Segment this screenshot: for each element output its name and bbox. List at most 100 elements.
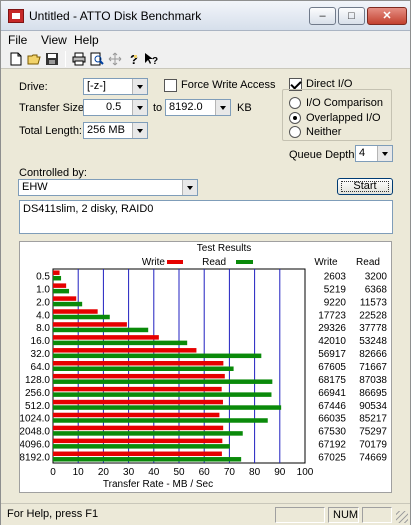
read-bar	[53, 353, 262, 359]
force-write-label: Force Write Access	[181, 79, 276, 91]
overlapped-io-label: Overlapped I/O	[306, 112, 381, 124]
drive-value: [-z-]	[87, 80, 106, 92]
print-icon[interactable]	[70, 50, 88, 68]
write-value-label: 42010	[318, 336, 346, 347]
resize-grip[interactable]	[396, 511, 408, 523]
read-bar	[53, 275, 62, 281]
write-bar	[53, 348, 197, 353]
legend-read-label: Read	[202, 257, 226, 268]
legend-write-swatch	[167, 260, 183, 264]
move-icon[interactable]	[106, 50, 124, 68]
read-bar	[53, 379, 273, 384]
maximize-button[interactable]: □	[338, 7, 365, 25]
read-bar	[53, 340, 188, 346]
queue-depth-select[interactable]: 4	[355, 145, 393, 162]
toolbar: ? ?	[1, 49, 410, 69]
read-value-label: 75297	[359, 427, 387, 438]
read-bar	[53, 301, 83, 307]
controlled-by-label: Controlled by:	[19, 167, 87, 179]
write-bar	[53, 412, 220, 418]
new-file-icon[interactable]	[7, 50, 25, 68]
legend-read-swatch	[236, 260, 253, 264]
description-textarea[interactable]: DS411slim, 2 disky, RAID0	[19, 200, 393, 234]
write-bar	[53, 335, 159, 340]
read-bar	[53, 444, 230, 449]
x-tick-label: 40	[148, 467, 160, 478]
read-value-label: 74669	[359, 453, 387, 464]
read-value-label: 82666	[359, 349, 387, 360]
read-bar	[53, 431, 243, 436]
chevron-down-icon[interactable]	[132, 100, 147, 115]
controlled-by-select[interactable]: EHW	[18, 179, 198, 196]
io-comparison-radio[interactable]	[289, 97, 301, 109]
controlled-by-value: EHW	[22, 181, 48, 193]
transfer-to-value: 8192.0	[169, 101, 203, 113]
force-write-checkbox[interactable]	[164, 79, 177, 92]
x-tick-label: 100	[297, 467, 314, 478]
read-bar	[53, 418, 268, 423]
x-axis-title: Transfer Rate - MB / Sec	[103, 479, 213, 490]
queue-depth-label: Queue Depth:	[289, 149, 358, 161]
y-category-label: 512.0	[25, 401, 50, 412]
read-bar	[53, 366, 234, 371]
y-category-label: 8.0	[36, 323, 50, 334]
neither-radio[interactable]	[289, 126, 301, 138]
y-category-label: 1.0	[36, 284, 50, 295]
x-tick-label: 80	[249, 467, 261, 478]
write-value-label: 67605	[318, 362, 346, 373]
print-preview-icon[interactable]	[88, 50, 106, 68]
open-folder-icon[interactable]	[25, 50, 43, 68]
test-results-title: Test Results	[197, 243, 251, 254]
transfer-to-select[interactable]: 8192.0	[165, 99, 231, 116]
context-help-icon[interactable]: ?	[142, 50, 160, 68]
overlapped-io-radio[interactable]	[289, 112, 301, 124]
chevron-down-icon[interactable]	[132, 123, 147, 138]
title-bar[interactable]: Untitled - ATTO Disk Benchmark – □ ✕	[1, 1, 410, 31]
menu-file[interactable]: File	[8, 33, 27, 47]
start-button[interactable]: Start	[337, 178, 393, 195]
read-bar	[53, 457, 242, 462]
status-pane-empty	[275, 507, 325, 523]
write-value-label: 2603	[324, 271, 347, 282]
x-tick-label: 60	[199, 467, 211, 478]
y-category-label: 256.0	[25, 388, 50, 399]
write-bar	[53, 296, 77, 301]
x-tick-label: 20	[98, 467, 110, 478]
transfer-from-value: 0.5	[106, 101, 122, 113]
write-bar	[53, 322, 127, 327]
y-category-label: 64.0	[31, 362, 51, 373]
y-category-label: 2.0	[36, 297, 50, 308]
write-value-label: 56917	[318, 349, 346, 360]
chevron-down-icon[interactable]	[215, 100, 230, 115]
chevron-down-icon[interactable]	[132, 79, 147, 94]
write-column-header: Write	[314, 257, 338, 268]
transfer-from-select[interactable]: 0.5	[83, 99, 148, 116]
read-value-label: 22528	[359, 310, 387, 321]
menu-help[interactable]: Help	[74, 33, 99, 47]
close-button[interactable]: ✕	[367, 7, 407, 25]
x-tick-label: 90	[274, 467, 286, 478]
drive-select[interactable]: [-z-]	[83, 78, 148, 95]
kb-label: KB	[237, 102, 252, 114]
read-bar	[53, 392, 272, 397]
menu-view[interactable]: View	[41, 33, 67, 47]
x-tick-label: 50	[173, 467, 185, 478]
queue-depth-value: 4	[359, 147, 366, 159]
status-help-text: For Help, press F1	[7, 508, 99, 520]
write-value-label: 67530	[318, 427, 346, 438]
write-value-label: 66941	[318, 388, 346, 399]
minimize-button[interactable]: –	[309, 7, 336, 25]
write-bar	[53, 438, 223, 444]
chevron-down-icon[interactable]	[377, 146, 392, 161]
y-category-label: 0.5	[36, 271, 50, 282]
read-value-label: 11573	[360, 297, 388, 308]
save-icon[interactable]	[43, 50, 61, 68]
read-bar	[53, 288, 70, 294]
y-category-label: 32.0	[31, 349, 51, 360]
help-icon[interactable]: ?	[124, 50, 142, 68]
neither-label: Neither	[306, 126, 342, 138]
chevron-down-icon[interactable]	[182, 180, 197, 195]
test-results-panel: Test Results Write Read Write Read Trans…	[19, 241, 392, 493]
write-bar	[53, 361, 224, 366]
total-length-select[interactable]: 256 MB	[83, 122, 148, 139]
